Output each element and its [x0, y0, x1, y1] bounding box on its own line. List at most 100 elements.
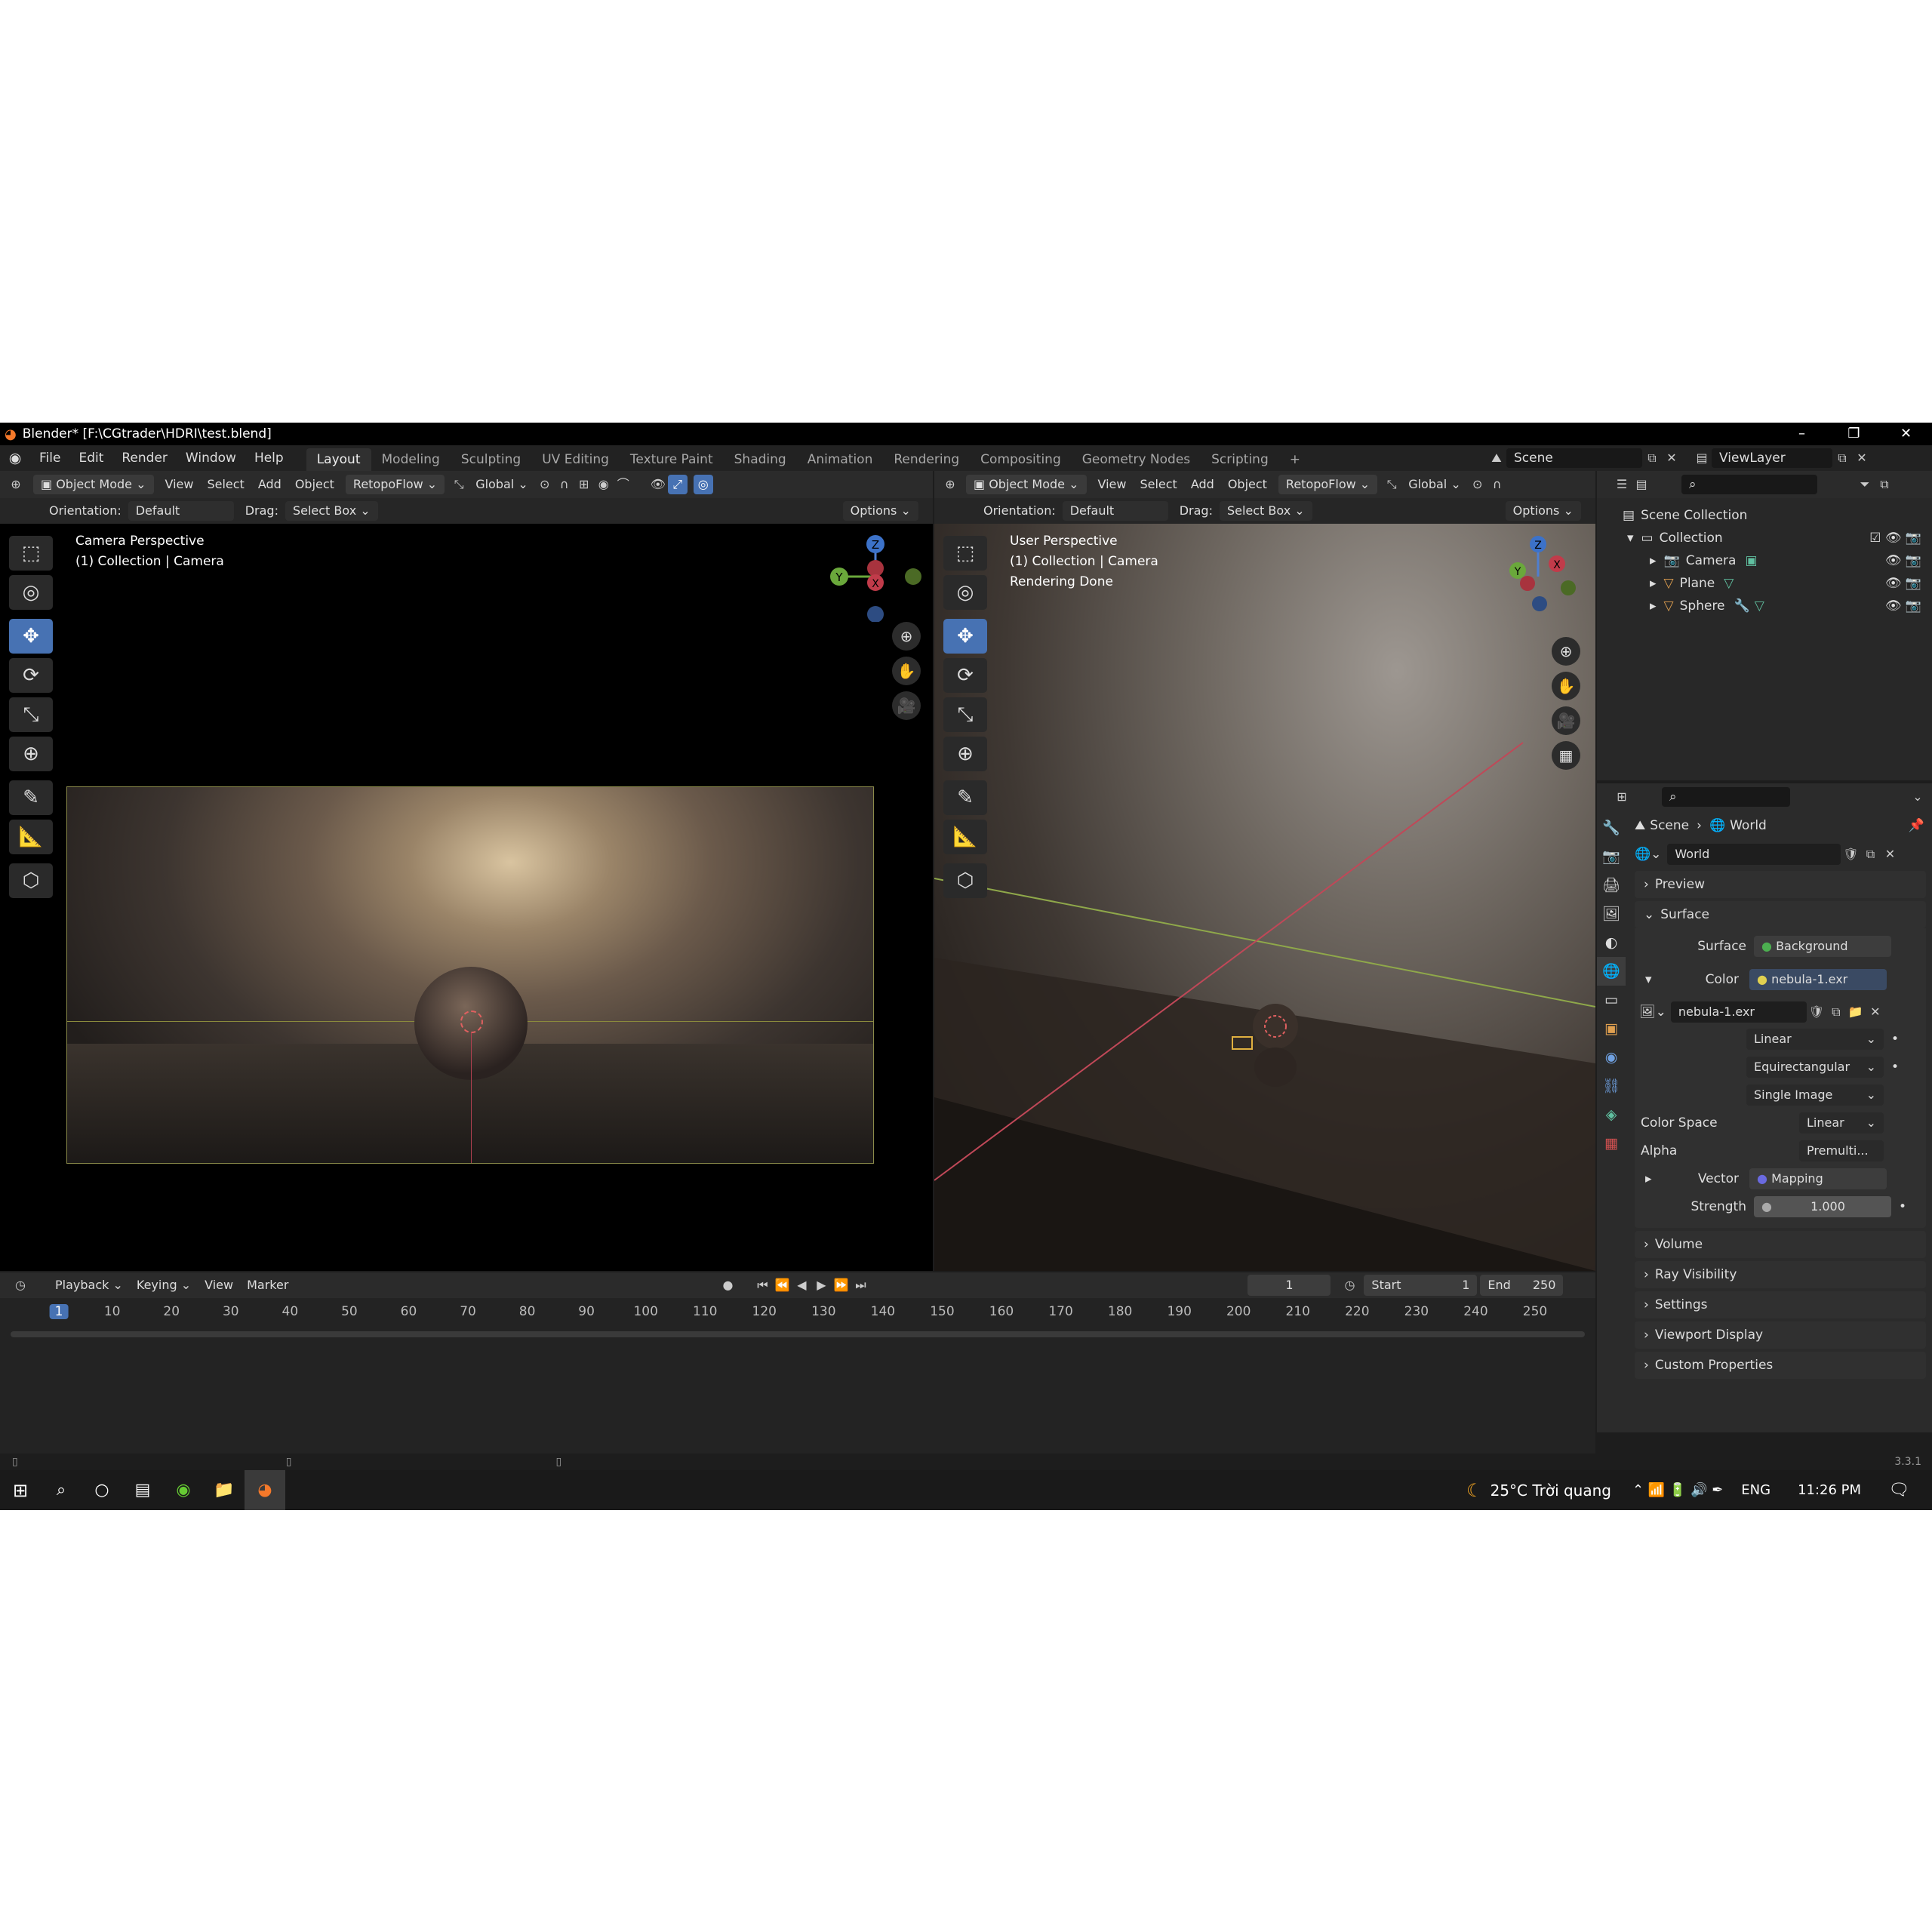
next-keyframe-icon[interactable]: ⏩: [831, 1275, 851, 1295]
orientation-dropdown[interactable]: Default: [128, 501, 234, 521]
panel-preview[interactable]: › Preview: [1635, 871, 1926, 898]
marker-menu[interactable]: Marker: [240, 1275, 295, 1295]
play-reverse-icon[interactable]: ◀: [792, 1275, 811, 1295]
playback-menu[interactable]: Playback ⌄: [48, 1275, 130, 1295]
menu-object[interactable]: Object: [1221, 475, 1274, 494]
expand-icon[interactable]: ▸: [1650, 576, 1657, 591]
tab-uv-editing[interactable]: UV Editing: [531, 448, 620, 471]
unlink-world-icon[interactable]: ✕: [1880, 844, 1900, 864]
jump-start-icon[interactable]: ⏮: [752, 1275, 772, 1295]
image-unlink-icon[interactable]: ✕: [1866, 1002, 1885, 1022]
measure-tool[interactable]: 📐: [9, 820, 53, 854]
proportional-edit-icon[interactable]: ◉: [594, 475, 614, 494]
scale-tool[interactable]: ⤡: [943, 697, 987, 732]
viewlayer-selector[interactable]: ViewLayer: [1712, 448, 1832, 468]
add-workspace-button[interactable]: +: [1279, 448, 1311, 471]
scene-icon[interactable]: ⛰: [1487, 448, 1506, 468]
image-fake-user-icon[interactable]: 🛡: [1807, 1002, 1826, 1022]
visibility-controls[interactable]: 👁 📷: [1885, 598, 1921, 614]
frame-ruler[interactable]: 1 10 20 30 40 50 60 70 80 90 100 110 120 130 140 150 160…: [0, 1304, 1595, 1325]
outliner-item-camera[interactable]: ▸ 📷 Camera ▣ 👁 📷: [1597, 549, 1932, 572]
record-icon[interactable]: ●: [718, 1275, 737, 1295]
tool-tab-icon[interactable]: 🔧: [1597, 814, 1626, 842]
add-cube-tool[interactable]: ⬡: [9, 863, 53, 898]
falloff-icon[interactable]: ⌒: [614, 475, 633, 494]
menu-object[interactable]: Object: [288, 475, 341, 494]
visibility-controls[interactable]: 👁 📷: [1885, 576, 1921, 591]
viewlayer-icon[interactable]: ▤: [1692, 448, 1712, 468]
tab-animation[interactable]: Animation: [797, 448, 884, 471]
panel-volume[interactable]: › Volume: [1635, 1231, 1926, 1258]
menu-file[interactable]: File: [30, 445, 69, 471]
projection-dropdown[interactable]: Equirectangular ⌄: [1746, 1056, 1884, 1078]
world-name-field[interactable]: World: [1667, 844, 1841, 865]
jump-end-icon[interactable]: ⏭: [851, 1275, 870, 1295]
search-icon[interactable]: ⌕: [41, 1481, 82, 1500]
outliner-item-plane[interactable]: ▸ ▽ Plane ▽ 👁 📷: [1597, 572, 1932, 595]
editor-type-icon[interactable]: ⊕: [940, 475, 960, 494]
panel-viewport-display[interactable]: › Viewport Display: [1635, 1321, 1926, 1349]
render-tab-icon[interactable]: 📷: [1597, 842, 1626, 871]
pivot-icon[interactable]: ⊙: [535, 475, 555, 494]
tab-sculpting[interactable]: Sculpting: [451, 448, 531, 471]
rotate-tool[interactable]: ⟳: [9, 658, 53, 693]
new-viewlayer-icon[interactable]: ⧉: [1832, 448, 1852, 468]
orientation-dropdown[interactable]: Default: [1062, 501, 1168, 521]
transform-dropdown[interactable]: Global ⌄: [1401, 475, 1468, 494]
menu-edit[interactable]: Edit: [69, 445, 112, 471]
editor-type-icon[interactable]: ◷: [11, 1275, 30, 1295]
prev-keyframe-icon[interactable]: ⏪: [772, 1275, 792, 1295]
file-explorer-icon[interactable]: 📁: [204, 1481, 245, 1500]
annotate-tool[interactable]: ✎: [943, 780, 987, 815]
snap-target-icon[interactable]: ⊞: [574, 475, 594, 494]
add-cube-tool[interactable]: ⬡: [943, 863, 987, 898]
outliner-scene-collection[interactable]: ▤ Scene Collection: [1597, 504, 1932, 527]
source-dropdown[interactable]: Single Image ⌄: [1746, 1084, 1884, 1106]
expand-icon[interactable]: ▸: [1650, 553, 1657, 568]
vector-expand-icon[interactable]: ▸: [1645, 1171, 1660, 1186]
editor-type-icon[interactable]: ⊕: [6, 475, 26, 494]
select-box-tool[interactable]: ⬚: [9, 536, 53, 571]
color-input-field[interactable]: ● nebula-1.exr: [1749, 969, 1887, 990]
tab-texture-paint[interactable]: Texture Paint: [620, 448, 724, 471]
navigation-gizmo[interactable]: Z Y X: [823, 531, 928, 622]
editor-type-icon[interactable]: ☰: [1612, 475, 1632, 494]
cursor-tool[interactable]: ◎: [943, 575, 987, 610]
physics-tab-icon[interactable]: ◉: [1597, 1043, 1626, 1072]
pivot-icon[interactable]: ⊙: [1468, 475, 1487, 494]
start-icon[interactable]: ⊞: [0, 1480, 41, 1501]
outliner-search[interactable]: ⌕: [1681, 475, 1817, 494]
properties-search[interactable]: ⌕: [1662, 787, 1790, 807]
menu-help[interactable]: Help: [245, 445, 293, 471]
outliner-item-sphere[interactable]: ▸ ▽ Sphere 🔧 ▽ 👁 📷: [1597, 595, 1932, 617]
tab-compositing[interactable]: Compositing: [970, 448, 1072, 471]
mode-dropdown[interactable]: ▣ Object Mode ⌄: [966, 475, 1087, 494]
cortana-icon[interactable]: ○: [82, 1481, 122, 1500]
restore-button[interactable]: ❐: [1828, 423, 1880, 445]
menu-add[interactable]: Add: [251, 475, 288, 494]
tab-shading[interactable]: Shading: [724, 448, 797, 471]
mode-dropdown[interactable]: ▣ Object Mode ⌄: [33, 475, 154, 494]
tab-layout[interactable]: Layout: [306, 448, 371, 471]
snap-icon[interactable]: ∩: [1487, 475, 1507, 494]
play-icon[interactable]: ▶: [811, 1275, 831, 1295]
menu-select[interactable]: Select: [200, 475, 251, 494]
image-duplicate-icon[interactable]: ⧉: [1826, 1002, 1846, 1022]
timeline-view-menu[interactable]: View: [198, 1275, 240, 1295]
zoom-icon[interactable]: ⊕: [1552, 637, 1580, 666]
menu-render[interactable]: Render: [112, 445, 177, 471]
annotate-tool[interactable]: ✎: [9, 780, 53, 815]
panel-surface[interactable]: ⌄ Surface: [1635, 901, 1926, 928]
new-scene-icon[interactable]: ⧉: [1642, 448, 1662, 468]
expand-icon[interactable]: ▸: [1650, 598, 1657, 614]
scale-tool[interactable]: ⤡: [9, 697, 53, 732]
timeline-scrollbar[interactable]: [11, 1331, 1585, 1337]
task-view-icon[interactable]: ▤: [122, 1481, 163, 1500]
duplicate-world-icon[interactable]: ⧉: [1860, 844, 1880, 864]
image-open-icon[interactable]: 📁: [1846, 1002, 1866, 1022]
end-frame-field[interactable]: End 250: [1480, 1275, 1564, 1296]
cursor-tool[interactable]: ◎: [9, 575, 53, 610]
options-dropdown[interactable]: Options ⌄: [1505, 501, 1581, 521]
keying-menu[interactable]: Keying ⌄: [130, 1275, 198, 1295]
pin-icon[interactable]: 📌: [1909, 818, 1924, 833]
